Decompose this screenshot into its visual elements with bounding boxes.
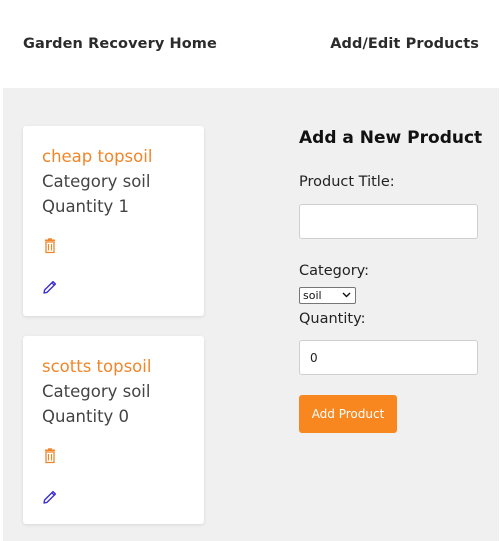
form-heading: Add a New Product <box>299 128 483 148</box>
product-category: Category soil <box>42 382 151 401</box>
page: Garden Recovery Home Add/Edit Products c… <box>3 3 499 541</box>
pencil-icon[interactable] <box>42 489 58 505</box>
category-label: Category: <box>299 263 370 279</box>
chevron-down-icon <box>342 289 351 301</box>
product-title-label: Product Title: <box>299 174 395 190</box>
product-quantity: Quantity 0 <box>42 407 130 426</box>
quantity-input[interactable] <box>299 340 478 375</box>
product-title: scotts topsoil <box>42 357 152 376</box>
product-card: cheap topsoil Category soil Quantity 1 <box>23 126 204 316</box>
category-select[interactable]: soil <box>299 287 356 304</box>
add-product-button[interactable]: Add Product <box>299 395 397 433</box>
product-category: Category soil <box>42 172 151 191</box>
product-card: scotts topsoil Category soil Quantity 0 <box>23 336 204 524</box>
quantity-label: Quantity: <box>299 311 366 327</box>
top-navbar: Garden Recovery Home Add/Edit Products <box>3 3 499 88</box>
trash-icon[interactable] <box>42 448 58 464</box>
pencil-icon[interactable] <box>42 279 58 295</box>
category-selected-value: soil <box>303 289 322 302</box>
nav-link-home[interactable]: Garden Recovery Home <box>23 36 217 52</box>
product-title: cheap topsoil <box>42 147 153 166</box>
product-quantity: Quantity 1 <box>42 197 130 216</box>
trash-icon[interactable] <box>42 238 58 254</box>
product-title-input[interactable] <box>299 204 478 239</box>
nav-link-add-edit-products[interactable]: Add/Edit Products <box>330 36 479 52</box>
